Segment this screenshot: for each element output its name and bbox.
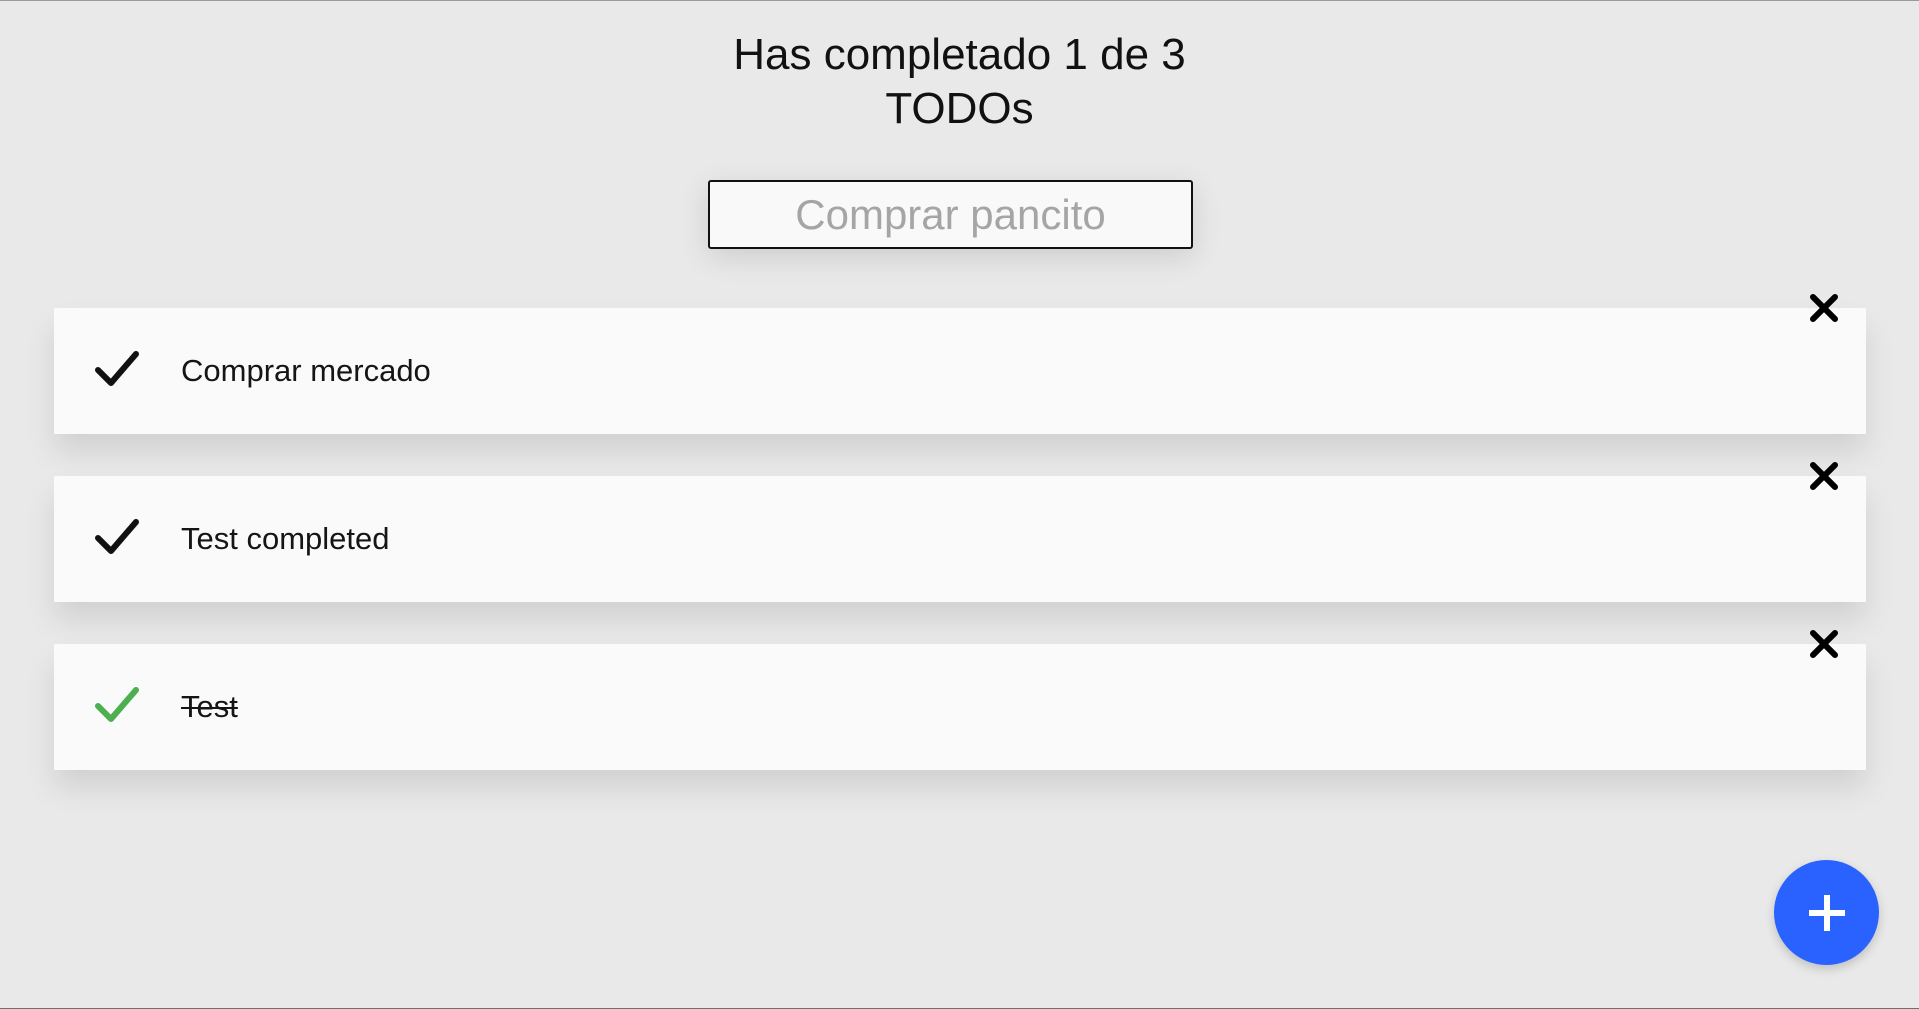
page-title-line1: Has completado 1 de 3	[733, 30, 1186, 79]
todo-list: Comprar mercado Test completed Test	[54, 294, 1866, 812]
check-icon[interactable]	[94, 517, 140, 557]
top-border	[0, 0, 1919, 1]
close-icon[interactable]	[1808, 292, 1840, 324]
todo-item: Comprar mercado	[54, 294, 1866, 434]
plus-icon	[1774, 891, 1879, 935]
add-todo-button[interactable]	[1774, 860, 1879, 965]
close-icon[interactable]	[1808, 460, 1840, 492]
search-input[interactable]	[708, 180, 1193, 249]
page-title: Has completado 1 de 3 TODOs	[0, 28, 1919, 136]
close-icon[interactable]	[1808, 628, 1840, 660]
todo-item: Test completed	[54, 462, 1866, 602]
check-icon[interactable]	[94, 349, 140, 389]
todo-label: Comprar mercado	[181, 353, 431, 388]
todo-label: Test completed	[181, 521, 390, 556]
search-container	[708, 180, 1193, 249]
todo-item-completed: Test	[54, 630, 1866, 770]
todo-label: Test	[181, 689, 238, 724]
page-title-line2: TODOs	[885, 84, 1034, 133]
check-icon-completed[interactable]	[94, 685, 140, 725]
